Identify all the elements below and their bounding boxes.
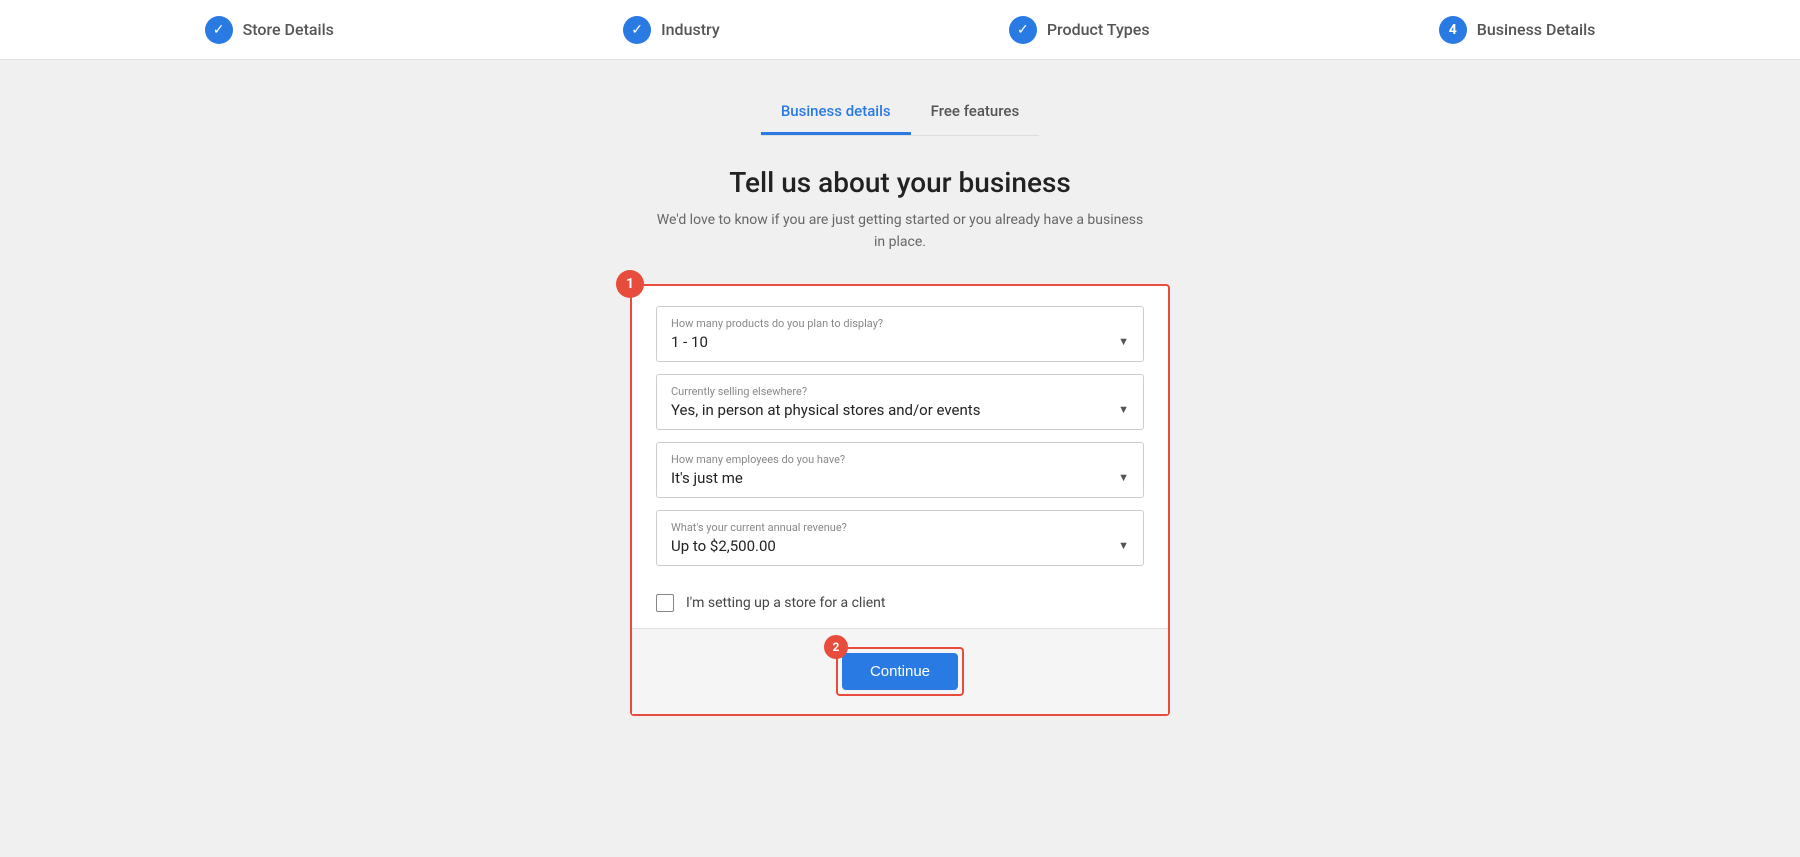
continue-button[interactable]: Continue: [842, 653, 958, 690]
step-industry: ✓ Industry: [623, 16, 720, 44]
step-store-details: ✓ Store Details: [205, 16, 334, 44]
selling-elsewhere-value: Yes, in person at physical stores and/or…: [671, 401, 1129, 419]
products-count-value: 1 - 10: [671, 333, 1129, 351]
step-label-product-types: Product Types: [1047, 20, 1150, 39]
stepper: ✓ Store Details ✓ Industry ✓ Product Typ…: [0, 0, 1800, 60]
step-label-business-details: Business Details: [1477, 20, 1596, 39]
step-check-icon-product-types: ✓: [1009, 16, 1037, 44]
annotation-badge-2: 2: [824, 635, 848, 659]
selling-elsewhere-label: Currently selling elsewhere?: [671, 385, 1129, 398]
page-title: Tell us about your business: [650, 166, 1150, 199]
client-store-label: I'm setting up a store for a client: [686, 595, 885, 611]
business-form-card: 1 How many products do you plan to displ…: [630, 284, 1170, 716]
employees-label: How many employees do you have?: [671, 453, 1129, 466]
continue-section: 2 Continue: [632, 628, 1168, 714]
form-fields: How many products do you plan to display…: [632, 286, 1168, 582]
annual-revenue-select[interactable]: What's your current annual revenue? Up t…: [656, 510, 1144, 566]
employees-select[interactable]: How many employees do you have? It's jus…: [656, 442, 1144, 498]
employees-value: It's just me: [671, 469, 1129, 487]
page-heading: Tell us about your business We'd love to…: [650, 166, 1150, 254]
client-store-checkbox[interactable]: [656, 594, 674, 612]
step-product-types: ✓ Product Types: [1009, 16, 1150, 44]
step-check-icon-industry: ✓: [623, 16, 651, 44]
annual-revenue-label: What's your current annual revenue?: [671, 521, 1129, 534]
client-store-checkbox-row: I'm setting up a store for a client: [632, 582, 1168, 628]
main-content: Business details Free features Tell us a…: [0, 60, 1800, 746]
tab-bar: Business details Free features: [761, 90, 1039, 136]
step-num-badge: 4: [1439, 16, 1467, 44]
step-business-details: 4 Business Details: [1439, 16, 1596, 44]
tab-free-features[interactable]: Free features: [911, 90, 1040, 135]
step-check-icon: ✓: [205, 16, 233, 44]
page-subtitle: We'd love to know if you are just gettin…: [650, 209, 1150, 254]
continue-btn-wrapper: 2 Continue: [836, 647, 964, 696]
step-label-store-details: Store Details: [243, 20, 334, 39]
annotation-badge-1: 1: [616, 270, 644, 298]
step-label-industry: Industry: [661, 20, 720, 39]
selling-elsewhere-select[interactable]: Currently selling elsewhere? Yes, in per…: [656, 374, 1144, 430]
products-count-label: How many products do you plan to display…: [671, 317, 1129, 330]
tab-business-details[interactable]: Business details: [761, 90, 911, 135]
annual-revenue-value: Up to $2,500.00: [671, 537, 1129, 555]
products-count-select[interactable]: How many products do you plan to display…: [656, 306, 1144, 362]
